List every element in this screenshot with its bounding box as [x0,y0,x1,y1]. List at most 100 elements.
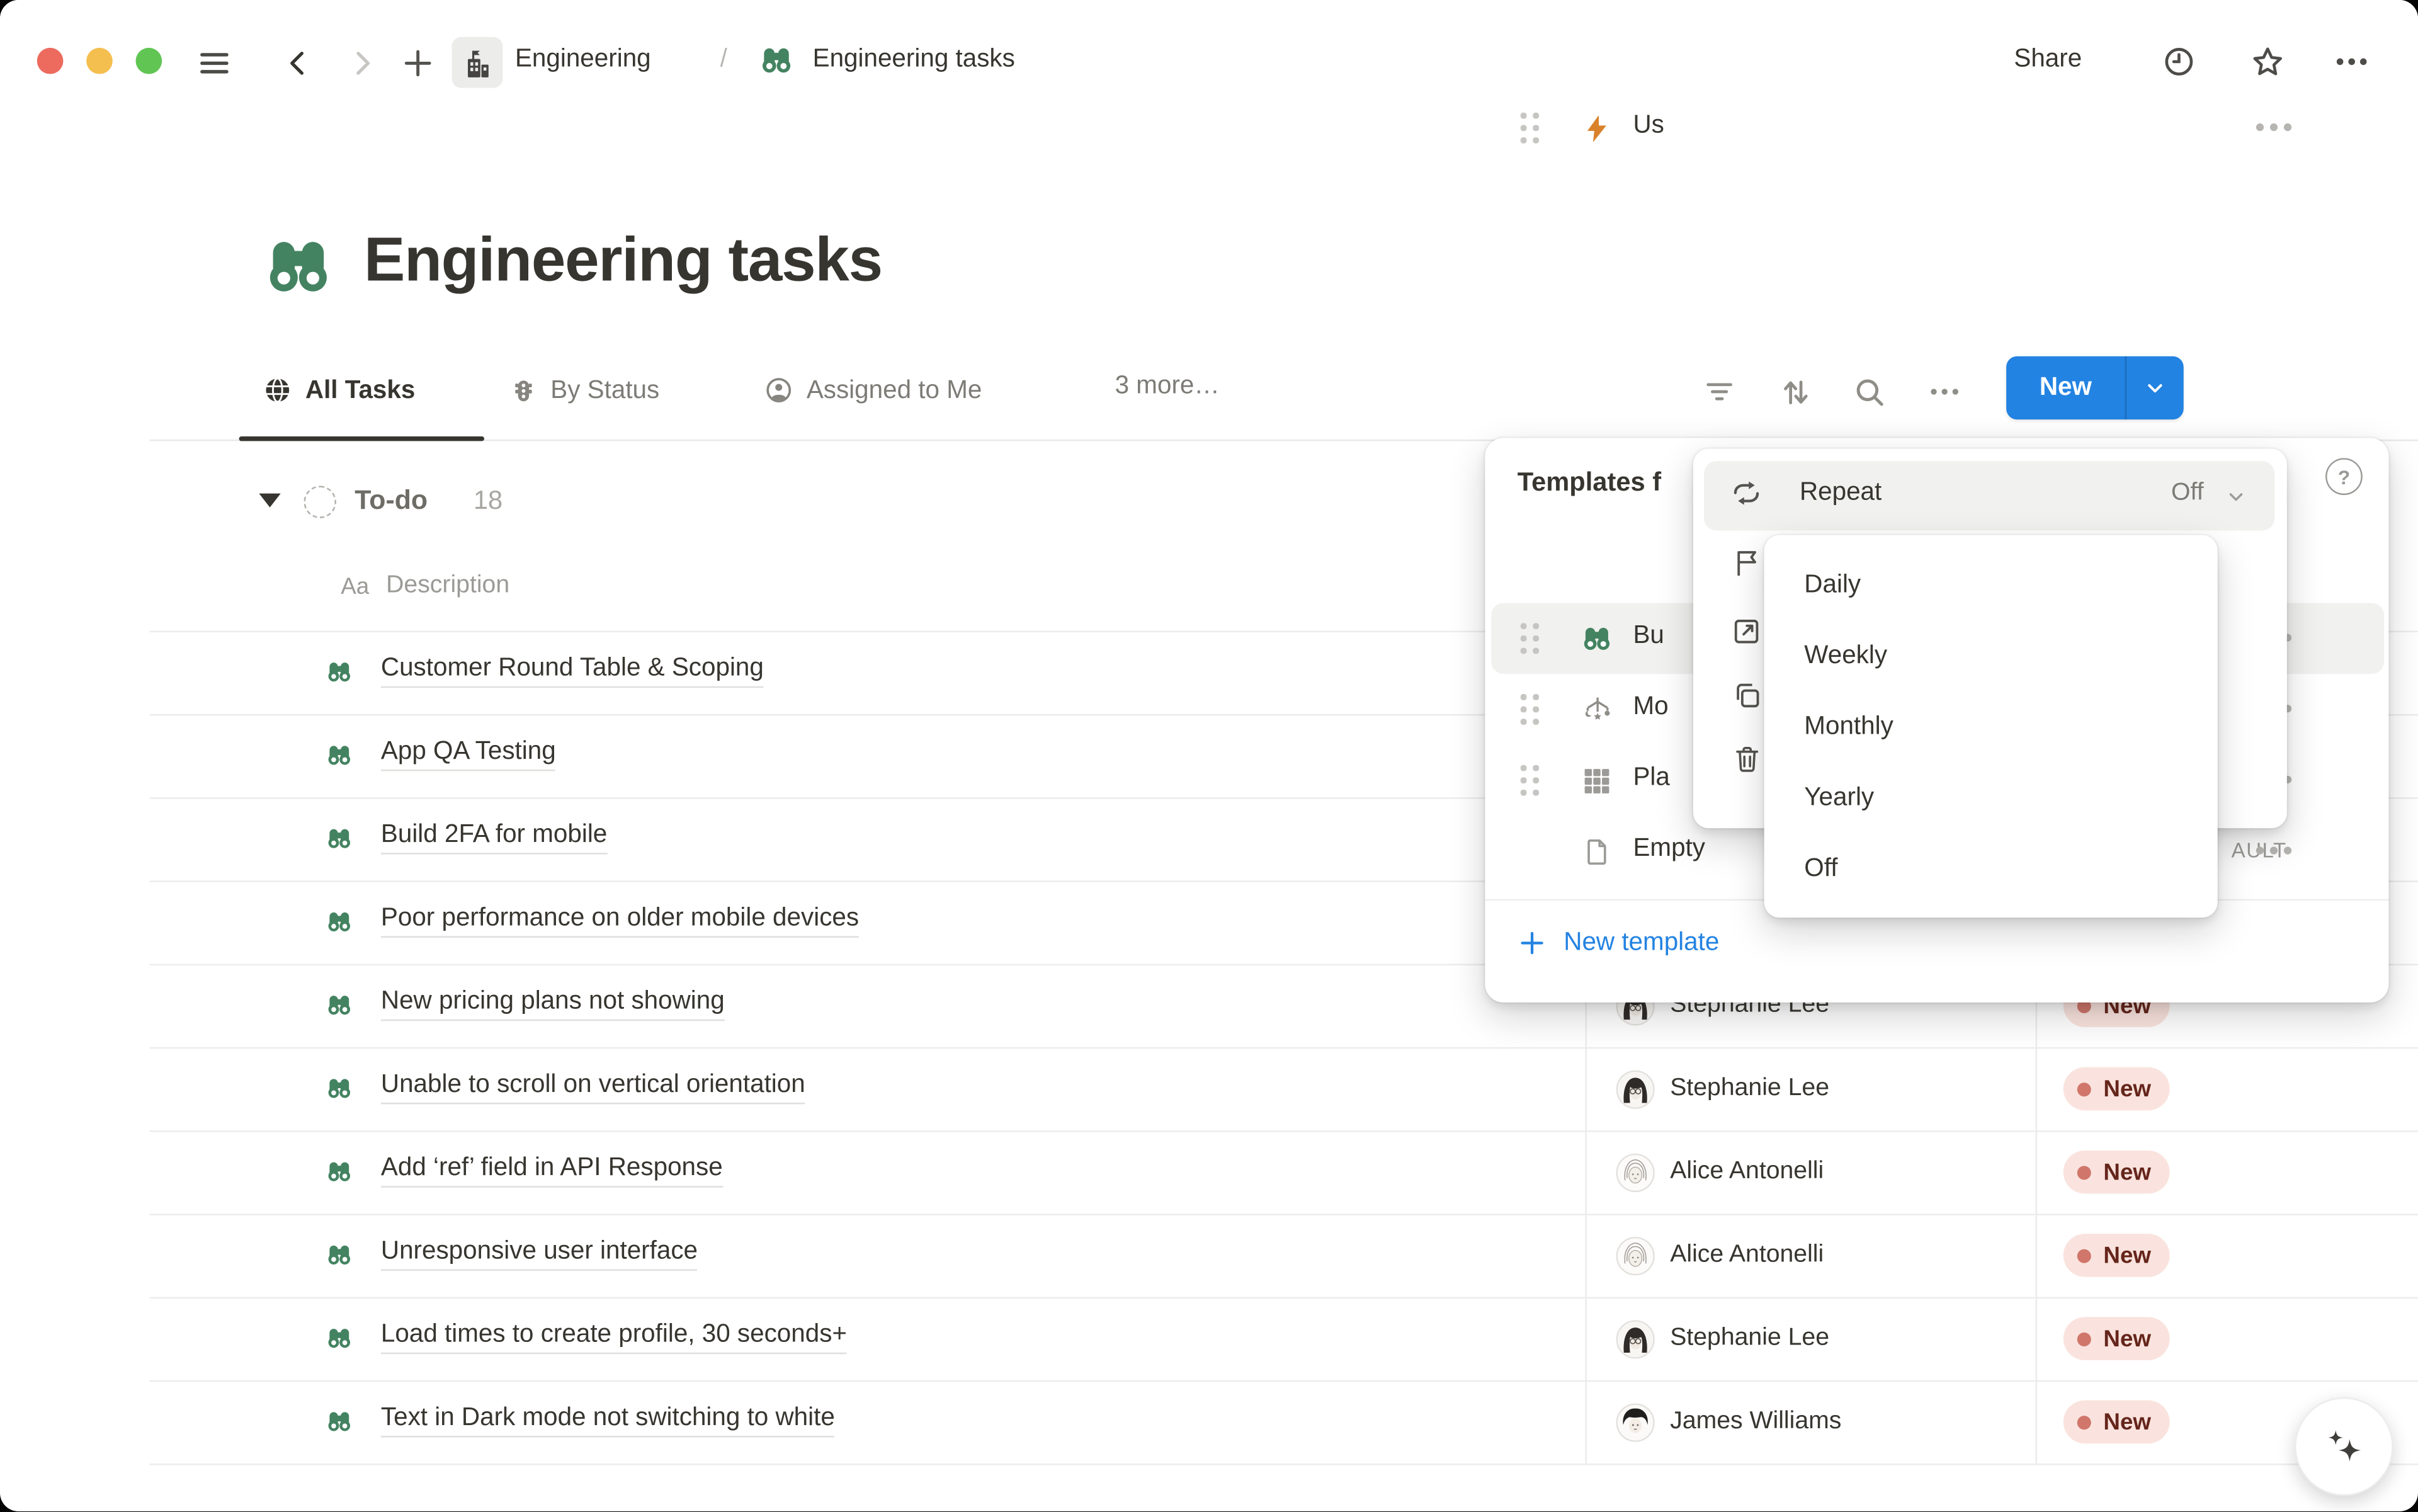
status-cell[interactable]: New [2063,1047,2170,1130]
breadcrumb-page[interactable]: Engineering tasks [813,45,1015,74]
menu-item-off[interactable]: Off [1772,833,2210,904]
status-cell[interactable]: New [2063,1214,2170,1297]
tab-assigned-to-me[interactable]: Assigned to Me [763,367,982,413]
tab-label: All Tasks [305,375,415,405]
share-button[interactable]: Share [2014,45,2082,74]
star-icon[interactable] [2247,42,2287,82]
tab-all-tasks[interactable]: All Tasks [262,367,415,413]
sort-icon[interactable] [1773,370,1817,414]
binoculars-icon [759,43,794,79]
tab-label: By Status [550,375,659,405]
table-row[interactable]: Unable to scroll on vertical orientation… [0,1047,2418,1130]
breadcrumb-team[interactable]: Engineering [515,45,651,74]
mobile-icon [1581,694,1615,728]
flag-icon [1730,546,1764,580]
status-badge[interactable]: New [2063,1234,2170,1277]
task-title[interactable]: Load times to create profile, 30 seconds… [381,1320,847,1354]
more-views-link[interactable]: 3 more… [1115,372,1220,401]
binoculars-icon [326,992,353,1020]
page-title[interactable]: Engineering tasks [364,227,882,296]
repeat-menu-item[interactable]: Repeat Off [1704,461,2274,530]
new-template-button[interactable]: New template [1518,928,1720,958]
table-row[interactable]: Text in Dark mode not switching to white… [0,1380,2418,1464]
template-options-icon[interactable] [2256,123,2291,131]
status-badge[interactable]: New [2063,1067,2170,1111]
assignee-name: Alice Antonelli [1670,1241,1824,1269]
task-title[interactable]: Text in Dark mode not switching to white [381,1404,835,1438]
traffic-light-zoom[interactable] [136,48,162,74]
task-title[interactable]: App QA Testing [381,737,556,771]
menu-item-monthly[interactable]: Monthly [1772,691,2210,762]
clock-icon[interactable] [2159,42,2199,82]
view-options-icon[interactable] [1923,370,1967,414]
table-row[interactable]: Load times to create profile, 30 seconds… [0,1297,2418,1380]
group-count: 18 [474,486,502,516]
more-options-icon[interactable] [2332,42,2372,82]
template-options-icon[interactable] [2256,846,2291,854]
binoculars-icon [1581,623,1613,655]
task-title[interactable]: Unable to scroll on vertical orientation [381,1071,805,1105]
text-type-icon: Aa [341,573,369,600]
back-icon[interactable] [278,43,318,84]
task-title[interactable]: Unresponsive user interface [381,1237,698,1271]
task-title[interactable]: Add ‘ref’ field in API Response [381,1154,723,1188]
drag-handle-icon[interactable] [1521,694,1541,725]
task-title[interactable]: Customer Round Table & Scoping [381,654,764,688]
page-icon [1581,836,1613,868]
page-binoculars-icon[interactable] [262,231,334,304]
traffic-light-minimize[interactable] [86,48,113,74]
todo-status-icon [304,486,336,518]
search-icon[interactable] [1848,370,1891,414]
filter-icon[interactable] [1698,370,1741,414]
status-dot [2077,1332,2091,1346]
menu-item-daily[interactable]: Daily [1772,549,2210,620]
status-cell[interactable]: New [2063,1380,2170,1464]
status-cell[interactable]: New [2063,1297,2170,1380]
assignee-name: James Williams [1670,1408,1841,1436]
tab-by-status[interactable]: By Status [509,367,659,413]
menu-item-yearly[interactable]: Yearly [1772,762,2210,833]
question-icon[interactable]: ? [2325,458,2363,495]
task-title[interactable]: New pricing plans not showing [381,987,725,1021]
assignee-cell[interactable]: Alice Antonelli [1616,1130,1824,1214]
table-row[interactable]: Unresponsive user interface Alice Antone… [0,1214,2418,1297]
status-badge[interactable]: New [2063,1317,2170,1360]
forward-icon[interactable] [343,43,383,84]
assignee-cell[interactable]: Alice Antonelli [1616,1214,1824,1297]
new-button-label[interactable]: New [2006,373,2125,403]
status-label: New [2103,1409,2151,1435]
new-button[interactable]: New [2006,356,2184,419]
template-label: Mo [1633,693,1668,722]
menu-item-weekly[interactable]: Weekly [1772,620,2210,691]
assignee-cell[interactable]: James Williams [1616,1380,1842,1464]
drag-handle-icon[interactable] [1521,113,1541,144]
group-collapse-toggle[interactable] [259,494,280,508]
repeat-options-menu: Daily Weekly Monthly Yearly Off [1764,535,2218,918]
plus-icon[interactable] [398,43,438,84]
template-row[interactable]: Us [1491,93,2384,164]
group-name[interactable]: To-do [355,484,428,516]
drag-handle-icon[interactable] [1521,623,1541,654]
task-title[interactable]: Build 2FA for mobile [381,821,607,855]
chevron-down-icon[interactable] [2126,377,2184,400]
drag-handle-icon[interactable] [1521,765,1541,796]
assignee-name: Alice Antonelli [1670,1158,1824,1186]
table-row[interactable]: Add ‘ref’ field in API Response Alice An… [0,1130,2418,1214]
binoculars-icon [326,1408,353,1436]
duplicate-icon [1730,679,1764,713]
traffic-light-close[interactable] [37,48,64,74]
status-cell[interactable]: New [2063,1130,2170,1214]
assignee-cell[interactable]: Stephanie Lee [1616,1047,1829,1130]
binoculars-icon [326,1325,353,1353]
status-badge[interactable]: New [2063,1401,2170,1444]
teamspace-building-icon[interactable] [452,37,503,88]
task-title[interactable]: Poor performance on older mobile devices [381,904,859,938]
assignee-cell[interactable]: Stephanie Lee [1616,1297,1829,1380]
ai-sparkle-button[interactable] [2295,1397,2393,1496]
breadcrumb-separator: / [720,45,727,74]
new-template-label: New template [1564,928,1719,958]
hamburger-icon[interactable] [195,43,235,84]
column-header-description[interactable]: Aa Description [341,572,509,600]
status-label: New [2103,1076,2151,1102]
status-badge[interactable]: New [2063,1151,2170,1194]
